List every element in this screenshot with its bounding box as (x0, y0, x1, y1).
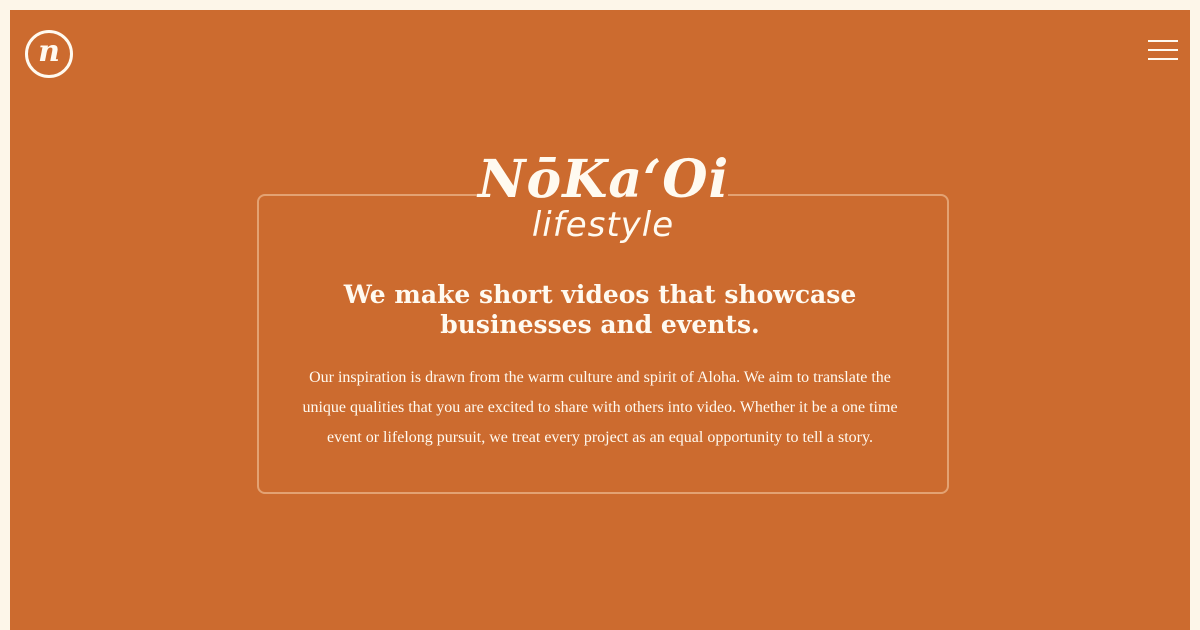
logo-icon[interactable]: n (25, 30, 73, 78)
hero-description: Our inspiration is drawn from the warm c… (302, 369, 898, 446)
logo-letter: n (38, 34, 60, 69)
hamburger-menu-icon[interactable] (1148, 40, 1178, 62)
hero-headline: We make short videos that showcase busin… (343, 280, 857, 339)
hero-section: n NōKa‘Oi lifestyle We make short videos… (10, 10, 1190, 630)
brand-subtitle: lifestyle (531, 205, 675, 245)
brand-name: NōKa‘Oi (478, 149, 730, 210)
menu-bar-bottom (1148, 58, 1178, 60)
menu-bar-middle (1148, 49, 1178, 51)
menu-bar-top (1148, 40, 1178, 42)
brand-logo: NōKa‘Oi lifestyle (478, 150, 728, 260)
